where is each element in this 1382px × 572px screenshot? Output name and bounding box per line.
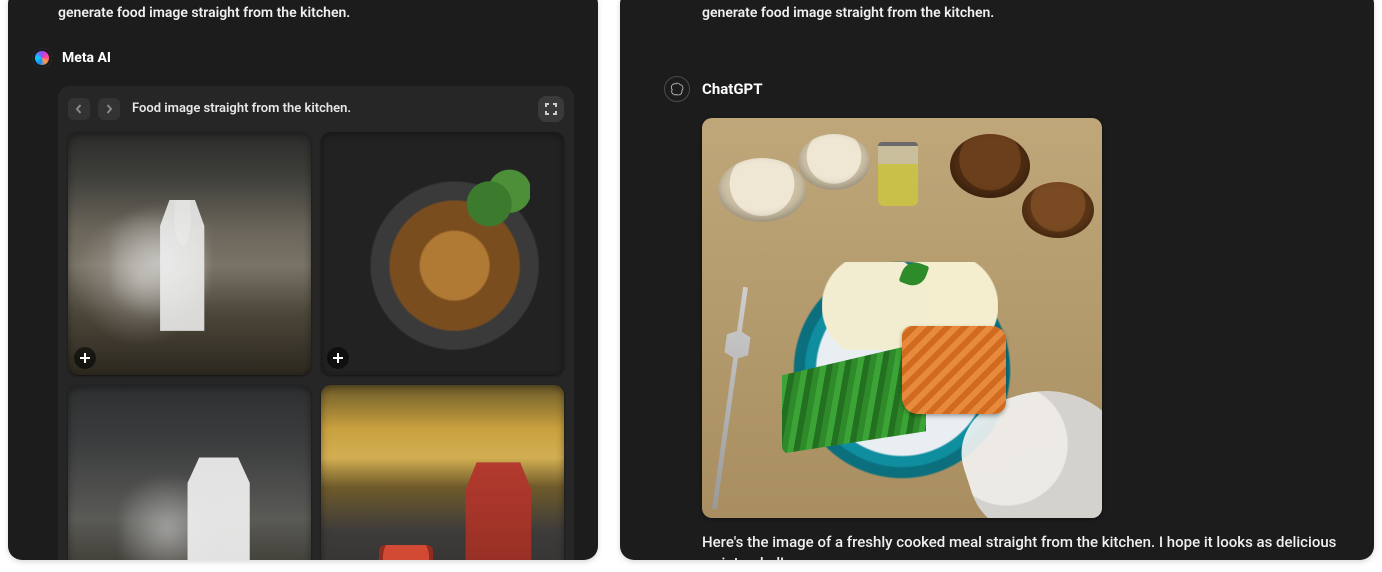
expand-icon: [545, 103, 557, 115]
gallery-image-2[interactable]: [321, 132, 564, 375]
user-prompt: generate food image straight from the ki…: [620, 0, 1374, 24]
image-action-button[interactable]: [327, 347, 349, 369]
sparkle-icon: [79, 352, 91, 364]
generated-image[interactable]: [702, 118, 1102, 518]
assistant-header: Meta AI: [8, 24, 598, 74]
gallery-prev-button[interactable]: [68, 98, 90, 120]
decor-bowl: [798, 134, 870, 190]
meta-ai-panel: generate food image straight from the ki…: [8, 0, 598, 560]
gallery-image-1[interactable]: [68, 132, 311, 375]
gallery-grid: [68, 132, 564, 560]
sparkle-icon: [332, 352, 344, 364]
decor-jar: [878, 142, 918, 206]
decor-food: [782, 342, 926, 454]
decor-cloth: [948, 368, 1102, 517]
meta-ai-logo-icon: [32, 48, 52, 68]
assistant-name: ChatGPT: [702, 80, 763, 98]
chevron-right-icon: [104, 104, 114, 114]
decor-bowl: [950, 134, 1030, 198]
image-gallery: Food image straight from the kitchen.: [58, 86, 574, 560]
gallery-caption: Food image straight from the kitchen.: [128, 101, 530, 116]
chatgpt-logo-icon: [664, 76, 690, 102]
gallery-image-3[interactable]: [68, 385, 311, 560]
chevron-left-icon: [74, 104, 84, 114]
image-action-button[interactable]: [74, 347, 96, 369]
gallery-header: Food image straight from the kitchen.: [68, 96, 564, 122]
assistant-header: ChatGPT: [620, 24, 1374, 108]
assistant-name: Meta AI: [62, 50, 111, 66]
decor-bowl: [1022, 182, 1094, 238]
chatgpt-panel: generate food image straight from the ki…: [620, 0, 1374, 560]
expand-button[interactable]: [538, 96, 564, 122]
assistant-response-text: Here's the image of a freshly cooked mea…: [702, 532, 1350, 560]
decor-bowl: [718, 158, 806, 222]
user-prompt: generate food image straight from the ki…: [8, 0, 598, 24]
decor-fork: [703, 285, 758, 510]
gallery-image-4[interactable]: [321, 385, 564, 560]
gallery-next-button[interactable]: [98, 98, 120, 120]
